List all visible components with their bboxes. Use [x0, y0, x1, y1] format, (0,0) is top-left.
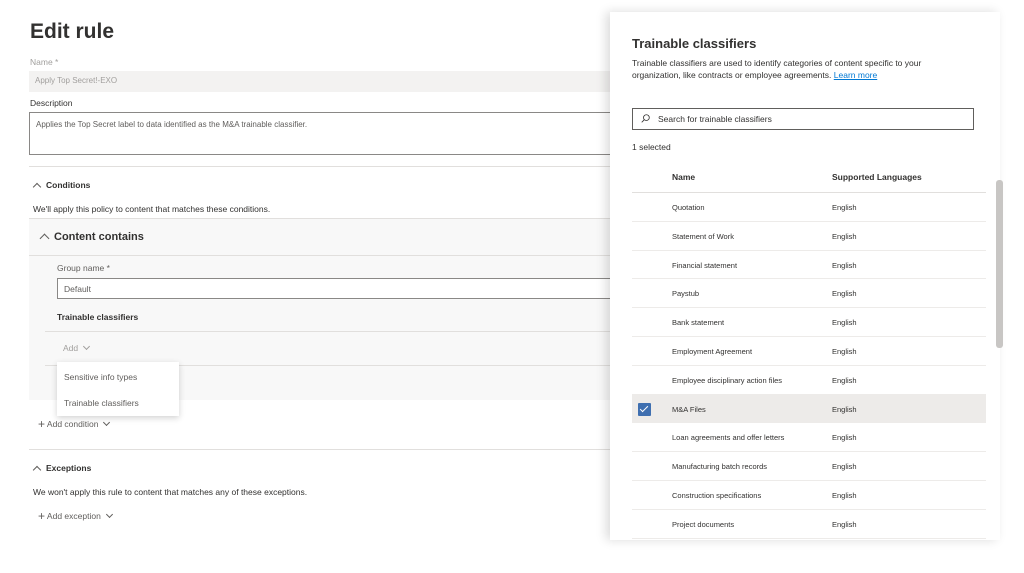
group-name-label: Group name *: [57, 263, 110, 273]
classifier-name: Project documents: [672, 519, 735, 529]
table-row[interactable]: Financial statement English: [632, 251, 986, 280]
chevron-up-icon: [32, 182, 42, 192]
table-row[interactable]: Statement of Work English: [632, 222, 986, 251]
add-dropdown[interactable]: Add: [63, 342, 91, 353]
conditions-heading: Conditions: [46, 180, 91, 190]
add-menu: Sensitive info types Trainable classifie…: [57, 362, 179, 416]
conditions-intro: We'll apply this policy to content that …: [33, 204, 271, 214]
divider: [29, 166, 629, 167]
chevron-down-icon: [103, 418, 111, 427]
classifier-name: Construction specifications: [672, 490, 762, 500]
plus-icon: +: [38, 417, 46, 431]
classifier-language: English: [832, 404, 857, 414]
name-field[interactable]: Apply Top Secret!-EXO: [29, 71, 629, 92]
table-row[interactable]: M&A Files English: [632, 394, 986, 424]
classifier-language: English: [832, 260, 857, 270]
table-row[interactable]: Loan agreements and offer letters English: [632, 423, 986, 453]
column-header-languages[interactable]: Supported Languages: [832, 172, 922, 182]
column-header-name[interactable]: Name: [672, 172, 695, 182]
classifier-name: M&A Files: [672, 404, 706, 414]
panel-title: Trainable classifiers: [632, 36, 757, 51]
table-row[interactable]: Employment Agreement English: [632, 337, 986, 366]
classifier-language: English: [832, 318, 857, 328]
menu-item-trainable-classifiers[interactable]: Trainable classifiers: [64, 398, 139, 408]
table-row[interactable]: Employee disciplinary action files Englis…: [632, 366, 986, 395]
classifier-name: Financial statement: [672, 260, 738, 270]
panel-scrollbar[interactable]: [996, 180, 1003, 348]
classifier-language: English: [832, 519, 857, 529]
name-label: Name *: [30, 57, 59, 67]
classifier-name: Employment Agreement: [672, 346, 753, 356]
classifier-name: Statement of Work: [672, 231, 734, 241]
table-row[interactable]: Project documents English: [632, 510, 986, 539]
divider: [29, 255, 629, 256]
table-row[interactable]: Paystub English: [632, 279, 986, 309]
classifier-language: English: [832, 375, 857, 385]
exceptions-heading: Exceptions: [46, 463, 92, 473]
chevron-up-icon: [32, 465, 42, 475]
classifier-name: Loan agreements and offer letters: [672, 433, 785, 443]
exceptions-toggle[interactable]: Exceptions: [32, 463, 92, 475]
classifier-name: Paystub: [672, 289, 700, 299]
table-row[interactable]: Bank statement English: [632, 308, 986, 337]
content-contains-toggle[interactable]: Content contains: [39, 231, 144, 244]
classifier-language: English: [832, 490, 857, 500]
content-contains-heading: Content contains: [54, 231, 144, 243]
group-name-input[interactable]: Default: [57, 278, 617, 299]
panel-description: Trainable classifiers are used to identi…: [632, 57, 972, 81]
chevron-down-icon: [83, 342, 91, 351]
menu-item-sensitive-info-types[interactable]: Sensitive info types: [64, 372, 137, 382]
search-input[interactable]: Search for trainable classifiers: [632, 108, 974, 130]
learn-more-link[interactable]: Learn more: [834, 70, 877, 80]
chevron-down-icon: [105, 510, 113, 519]
classifier-language: English: [832, 462, 857, 472]
add-condition-button[interactable]: + Add condition: [38, 416, 111, 431]
divider: [45, 331, 629, 332]
add-condition-label: Add condition: [46, 419, 99, 429]
description-field[interactable]: Applies the Top Secret label to data ide…: [29, 112, 629, 155]
page-title: Edit rule: [30, 20, 115, 43]
trainable-classifiers-panel: Trainable classifiers Trainable classifi…: [610, 12, 1000, 540]
selected-count: 1 selected: [632, 142, 671, 152]
table-row[interactable]: Manufacturing batch records English: [632, 452, 986, 481]
table-row[interactable]: Construction specifications English: [632, 481, 986, 510]
classifier-name: Quotation: [672, 203, 705, 212]
table-row[interactable]: Quotation English: [632, 193, 986, 222]
classifier-name: Manufacturing batch records: [672, 462, 768, 472]
divider: [29, 449, 629, 450]
trainable-classifiers-heading: Trainable classifiers: [57, 312, 139, 322]
checkbox-checked-icon[interactable]: [638, 402, 651, 416]
classifier-language: English: [832, 346, 857, 356]
classifier-language: English: [832, 433, 857, 443]
panel-description-text: Trainable classifiers are used to identi…: [632, 58, 922, 80]
edit-rule-form: Edit rule Name * Apply Top Secret!-EXO D…: [0, 0, 629, 573]
description-label: Description: [30, 98, 73, 108]
classifier-name: Bank statement: [672, 318, 725, 328]
add-exception-label: Add exception: [46, 511, 101, 521]
exceptions-intro: We won't apply this rule to content that…: [33, 487, 308, 497]
classifier-name: Employee disciplinary action files: [672, 375, 783, 385]
add-dropdown-label: Add: [63, 343, 79, 353]
classifier-language: English: [832, 203, 857, 212]
search-placeholder: Search for trainable classifiers: [658, 114, 772, 124]
add-exception-button[interactable]: + Add exception: [38, 508, 113, 523]
chevron-up-icon: [39, 233, 50, 244]
search-icon: [641, 114, 650, 123]
classifier-list: Quotation English Statement of Work English…: [632, 193, 986, 539]
conditions-toggle[interactable]: Conditions: [32, 180, 91, 192]
page: Edit rule Name * Apply Top Secret!-EXO D…: [0, 0, 1024, 573]
classifier-language: English: [832, 231, 857, 241]
plus-icon: +: [38, 509, 46, 523]
classifier-language: English: [832, 289, 857, 299]
